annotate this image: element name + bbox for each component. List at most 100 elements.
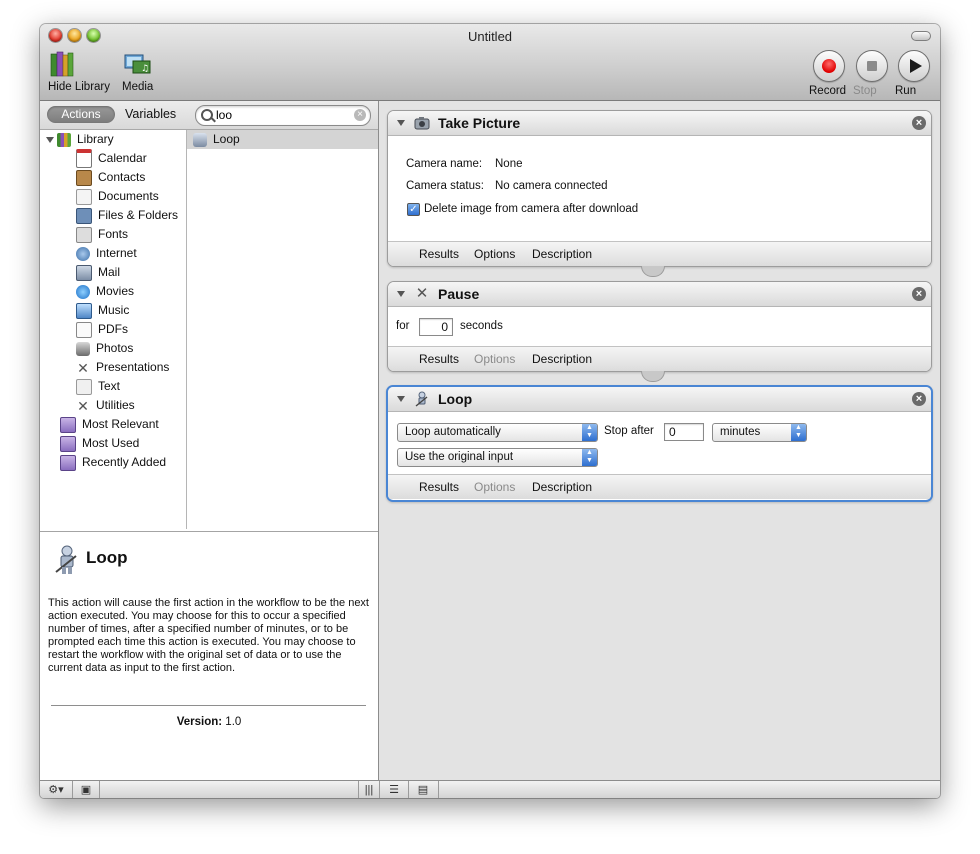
category-text[interactable]: Text: [76, 377, 120, 396]
stop-after-label: Stop after: [604, 425, 654, 437]
log-view-button[interactable]: ▤: [408, 781, 439, 798]
smart-folder-icon: [60, 435, 76, 452]
category-movies[interactable]: Movies: [76, 282, 134, 301]
hide-library-button[interactable]: Hide Library: [48, 50, 110, 93]
results-tab[interactable]: Results: [419, 352, 459, 366]
loop-robot-icon: [415, 391, 428, 407]
delete-image-checkbox[interactable]: ✓: [407, 203, 420, 216]
pause-title: Pause: [438, 286, 480, 302]
files-folders-icon: [76, 207, 92, 224]
action-footer: Results Options Description: [388, 346, 931, 371]
action-footer: Results Options Description: [388, 241, 931, 266]
camera-status-value: No camera connected: [495, 180, 608, 192]
remove-action-icon[interactable]: ×: [912, 287, 926, 301]
collapse-triangle-icon[interactable]: [397, 120, 405, 126]
description-tab[interactable]: Description: [532, 247, 592, 261]
disclosure-triangle-icon[interactable]: [46, 136, 54, 143]
pause-seconds-field[interactable]: 0: [419, 318, 453, 336]
action-results-list[interactable]: Loop: [187, 130, 378, 529]
options-tab[interactable]: Options: [474, 247, 515, 261]
library-icon: [57, 132, 71, 147]
results-tab[interactable]: Results: [419, 247, 459, 261]
loop-mode-popup[interactable]: Loop automatically ▲ ▼: [397, 423, 598, 442]
collapse-triangle-icon[interactable]: [397, 291, 405, 297]
remove-action-icon[interactable]: ×: [912, 116, 926, 130]
popup-arrows-icon: ▲ ▼: [791, 424, 806, 441]
time-unit-popup[interactable]: minutes ▲ ▼: [712, 423, 807, 442]
tab-variables[interactable]: Variables: [125, 106, 176, 123]
media-button[interactable]: ♫ Media: [122, 50, 154, 93]
loop-action[interactable]: Loop × Loop automatically ▲ ▼ Stop after …: [386, 385, 933, 502]
description-title: Loop: [86, 548, 128, 567]
pause-tools-icon: ✕: [415, 285, 429, 302]
search-input[interactable]: [216, 107, 346, 123]
presentations-icon: ✕: [77, 359, 89, 376]
category-presentations[interactable]: ✕ Presentations: [76, 358, 169, 377]
description-tab[interactable]: Description: [532, 352, 592, 366]
category-fonts[interactable]: Fonts: [76, 225, 128, 244]
options-tab[interactable]: Options: [474, 480, 515, 494]
popup-arrows-icon: ▲ ▼: [582, 449, 597, 466]
svg-text:♫: ♫: [141, 64, 149, 74]
loop-title: Loop: [438, 391, 473, 407]
bottom-bar: ⚙▾ ▣ ||| ☰ ▤: [40, 780, 940, 798]
description-text: This action will cause the first action …: [48, 597, 369, 674]
remove-action-icon[interactable]: ×: [912, 392, 926, 406]
category-most-used[interactable]: Most Used: [60, 434, 139, 453]
pdf-icon: [76, 321, 92, 338]
options-tab[interactable]: Options: [474, 352, 515, 366]
movies-icon: [76, 284, 90, 299]
tab-actions[interactable]: Actions: [47, 106, 115, 123]
pause-action[interactable]: ✕ Pause × for 0 seconds Results Options …: [387, 281, 932, 372]
input-source-popup[interactable]: Use the original input ▲ ▼: [397, 448, 598, 467]
category-documents[interactable]: Documents: [76, 187, 159, 206]
result-item-loop[interactable]: Loop: [187, 130, 378, 149]
results-tab[interactable]: Results: [419, 480, 459, 494]
take-picture-action[interactable]: Take Picture × Camera name: None Camera …: [387, 110, 932, 267]
calendar-icon: [76, 149, 92, 169]
category-music[interactable]: Music: [76, 301, 129, 320]
category-calendar[interactable]: Calendar: [76, 149, 147, 169]
category-list[interactable]: Library Calendar Contacts Documents File…: [40, 130, 187, 529]
toolbar-toggle-button[interactable]: [911, 31, 931, 41]
description-divider: [51, 705, 366, 706]
category-photos[interactable]: Photos: [76, 339, 133, 358]
category-files-folders[interactable]: Files & Folders: [76, 206, 178, 225]
music-icon: [76, 302, 92, 319]
library-books-icon: [50, 51, 74, 77]
description-tab[interactable]: Description: [532, 480, 592, 494]
workflow-area[interactable]: Take Picture × Camera name: None Camera …: [379, 101, 940, 780]
version-line: Version: 1.0: [176, 716, 242, 728]
collapse-triangle-icon[interactable]: [397, 396, 405, 402]
search-field: ×: [195, 105, 371, 126]
clear-search-icon[interactable]: ×: [354, 109, 366, 121]
smart-folder-icon: [60, 454, 76, 471]
list-view-button[interactable]: ☰: [379, 781, 409, 798]
record-button[interactable]: Record: [809, 50, 849, 97]
category-library[interactable]: Library: [46, 130, 114, 149]
category-most-relevant[interactable]: Most Relevant: [60, 415, 159, 434]
category-contacts[interactable]: Contacts: [76, 168, 145, 187]
smart-folder-icon: [60, 416, 76, 433]
category-utilities[interactable]: ✕ Utilities: [76, 396, 135, 415]
stop-button[interactable]: Stop: [853, 50, 891, 97]
gear-icon: ⚙▾: [48, 784, 64, 796]
stop-after-field[interactable]: 0: [664, 423, 704, 441]
gear-menu-button[interactable]: ⚙▾: [40, 781, 73, 798]
category-pdfs[interactable]: PDFs: [76, 320, 128, 339]
category-internet[interactable]: Internet: [76, 244, 137, 263]
category-mail[interactable]: Mail: [76, 263, 120, 282]
category-recently-added[interactable]: Recently Added: [60, 453, 166, 472]
action-footer: Results Options Description: [388, 474, 931, 499]
description-panel: Loop This action will cause the first ac…: [40, 531, 378, 781]
split-resize-handle[interactable]: |||: [358, 781, 379, 798]
library-header: Actions Variables ×: [40, 101, 378, 130]
automator-window: Untitled Hide Library ♫ Media Record Sto…: [40, 24, 940, 798]
documents-icon: [76, 188, 92, 205]
camera-name-value: None: [495, 158, 523, 170]
window-title: Untitled: [467, 29, 513, 44]
fonts-icon: [76, 226, 92, 243]
internet-globe-icon: [76, 246, 90, 261]
description-toggle-button[interactable]: ▣: [73, 781, 100, 798]
run-button[interactable]: Run: [895, 50, 933, 97]
